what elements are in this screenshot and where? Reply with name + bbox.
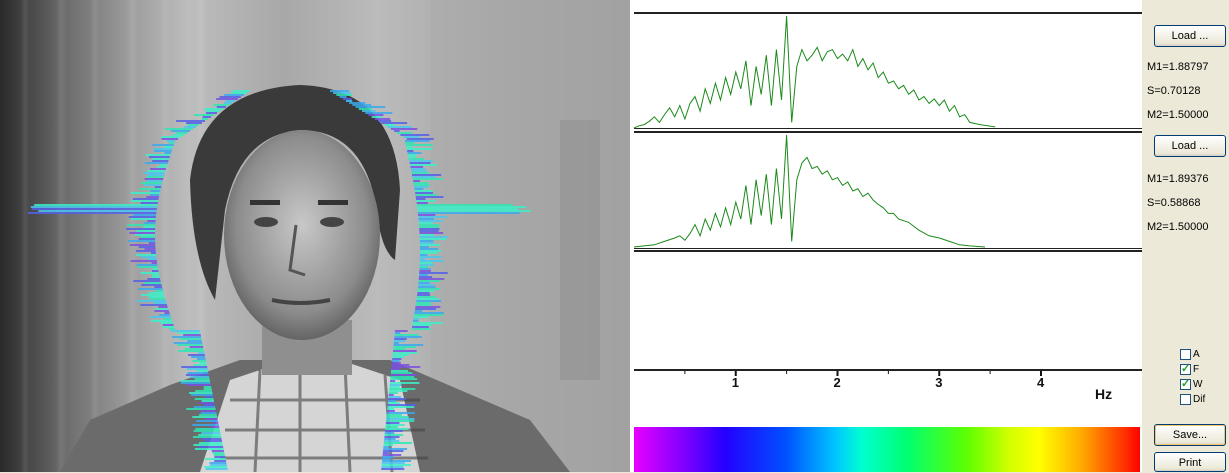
spectrum-trace-2 xyxy=(633,134,986,248)
save-button[interactable]: Save... xyxy=(1154,424,1226,446)
checkbox-label: F xyxy=(1193,364,1200,375)
checkbox-a[interactable]: A xyxy=(1180,348,1200,361)
checkbox-f[interactable]: F xyxy=(1180,362,1200,376)
axis-tick-label-3: 3 xyxy=(935,375,943,390)
print-button[interactable]: Print xyxy=(1154,452,1226,472)
spectrum-trace-1 xyxy=(633,15,996,129)
axis-tick-label-4: 4 xyxy=(1037,375,1045,390)
checkbox-box[interactable] xyxy=(1180,362,1191,375)
checkbox-box[interactable] xyxy=(1180,394,1191,405)
control-panel: Load ... M1=1.88797 S=0.70128 M2=1.50000… xyxy=(1142,0,1229,472)
s-value-1: S=0.70128 xyxy=(1147,85,1201,97)
m2-value-2: M2=1.50000 xyxy=(1147,221,1209,233)
spectrum-display: 1 2 3 4 Hz xyxy=(630,0,1142,472)
checkbox-box[interactable] xyxy=(1180,349,1191,360)
video-frame xyxy=(0,0,630,472)
checkbox-label: Dif xyxy=(1193,394,1206,405)
m1-value-1: M1=1.88797 xyxy=(1147,61,1209,73)
axis-unit-label: Hz xyxy=(1095,386,1113,402)
spectrum-traces xyxy=(633,15,1042,376)
m1-value-2: M1=1.89376 xyxy=(1147,173,1209,185)
axis-tick-label-1: 1 xyxy=(731,375,739,390)
camera-image xyxy=(0,0,630,472)
load-button-1[interactable]: Load ... xyxy=(1154,25,1226,47)
m2-value-1: M2=1.50000 xyxy=(1147,109,1209,121)
checkbox-label: W xyxy=(1193,379,1203,390)
checkbox-w[interactable]: W xyxy=(1180,377,1203,391)
checkbox-label: A xyxy=(1193,349,1200,360)
load-button-2[interactable]: Load ... xyxy=(1154,135,1226,157)
axis-tick-label-2: 2 xyxy=(833,375,841,390)
checkbox-box[interactable] xyxy=(1180,377,1191,390)
checkbox-dif[interactable]: Dif xyxy=(1180,393,1205,406)
s-value-2: S=0.58868 xyxy=(1147,197,1201,209)
color-spectrum-bar xyxy=(634,427,1140,472)
